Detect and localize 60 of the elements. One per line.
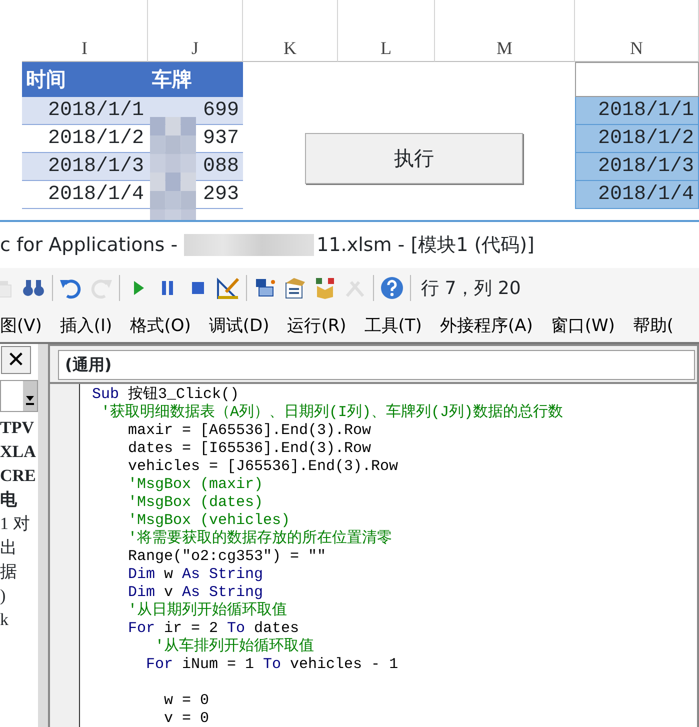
table-cell: 2018/1/1 <box>575 97 699 125</box>
column-header[interactable]: N <box>575 0 699 62</box>
table-cell: 2018/1/4 <box>575 181 699 209</box>
column-header[interactable]: L <box>338 0 435 62</box>
table-cell: 2018/1/1 <box>22 97 148 125</box>
table-cell: 2018/1/4 <box>22 181 148 209</box>
code-line: Dim v As String <box>127 584 264 602</box>
table-cell: 2018/1/2 <box>575 125 699 153</box>
code-line: For ir = 2 To dates <box>127 620 300 638</box>
code-line: Range("o2:cg353") = "" <box>127 548 328 566</box>
column-header[interactable]: K <box>243 0 338 62</box>
code-line: '获取明细数据表（A列）、日期列(I列)、车牌列(J列)数据的总行数 <box>100 404 564 422</box>
tree-item[interactable]: CRE <box>0 464 38 488</box>
code-line: 'MsgBox (vehicles) <box>127 512 292 530</box>
code-line: w = 0 <box>163 691 210 710</box>
box-icon[interactable] <box>313 276 337 300</box>
table-header: 车牌 <box>148 62 243 97</box>
tree-item[interactable]: k <box>0 608 38 632</box>
code-line: '从车排列开始循环取值 <box>154 638 316 656</box>
tree-item[interactable]: 据 <box>0 560 38 584</box>
menu-item[interactable]: 帮助( <box>624 314 683 336</box>
code-line: maxir = [A65536].End(3).Row <box>127 422 372 440</box>
code-line: '从日期列开始循环取值 <box>127 602 288 620</box>
column-header[interactable]: M <box>435 0 575 62</box>
cursor-position: 行 7，列 20 <box>421 277 521 300</box>
code-line: vehicles = [J65536].End(3).Row <box>127 458 400 476</box>
menu-item[interactable]: 外接程序(A) <box>430 314 542 336</box>
menu-item[interactable]: 工具(T) <box>355 314 431 336</box>
code-line: Dim w As String <box>127 566 264 584</box>
menu-item[interactable]: 图(V) <box>0 314 51 336</box>
tree-item[interactable]: ) <box>0 584 38 608</box>
table-cell: 2018/1/3 <box>575 153 699 181</box>
tree-item[interactable]: 电 <box>0 488 38 512</box>
table-header: 时间 <box>22 62 148 97</box>
code-line: 'MsgBox (dates) <box>127 494 264 512</box>
code-line: 'MsgBox (maxir) <box>127 476 264 494</box>
window-title: 11.xlsm - [模块1 (代码)] <box>316 233 534 258</box>
tree-item[interactable]: 出 <box>0 536 38 560</box>
ruler-icon[interactable] <box>216 276 240 300</box>
code-line: dates = [I65536].End(3).Row <box>127 440 372 458</box>
object-dropdown[interactable]: (通用) <box>58 350 695 380</box>
code-line: v = 0 <box>163 710 210 727</box>
menu-item[interactable]: 插入(I) <box>50 314 122 336</box>
menu-item[interactable]: 格式(O) <box>121 314 200 336</box>
menu-item[interactable]: 运行(R) <box>278 314 356 336</box>
code-line: Sub 按钮3_Click() <box>92 386 240 404</box>
code-line: '将需要获取的数据存放的所在位置清零 <box>127 530 394 548</box>
project-dropdown[interactable] <box>0 380 38 412</box>
table-cell: 2018/1/3 <box>22 153 148 181</box>
window-title: c for Applications - <box>0 234 178 256</box>
tree-item[interactable]: XLA <box>0 440 38 464</box>
close-button[interactable]: ✕ <box>1 346 31 374</box>
code-line: For iNum = 1 To vehicles - 1 <box>145 656 400 674</box>
help-icon[interactable] <box>380 276 404 300</box>
menu-item[interactable]: 窗口(W) <box>542 314 624 336</box>
tree-item[interactable]: 1 对 <box>0 512 38 536</box>
window-icon[interactable] <box>283 276 307 300</box>
menu-item[interactable]: 调试(D) <box>200 314 278 336</box>
run-button[interactable]: 执行 <box>305 133 523 184</box>
tree-item[interactable]: TPV <box>0 416 38 440</box>
